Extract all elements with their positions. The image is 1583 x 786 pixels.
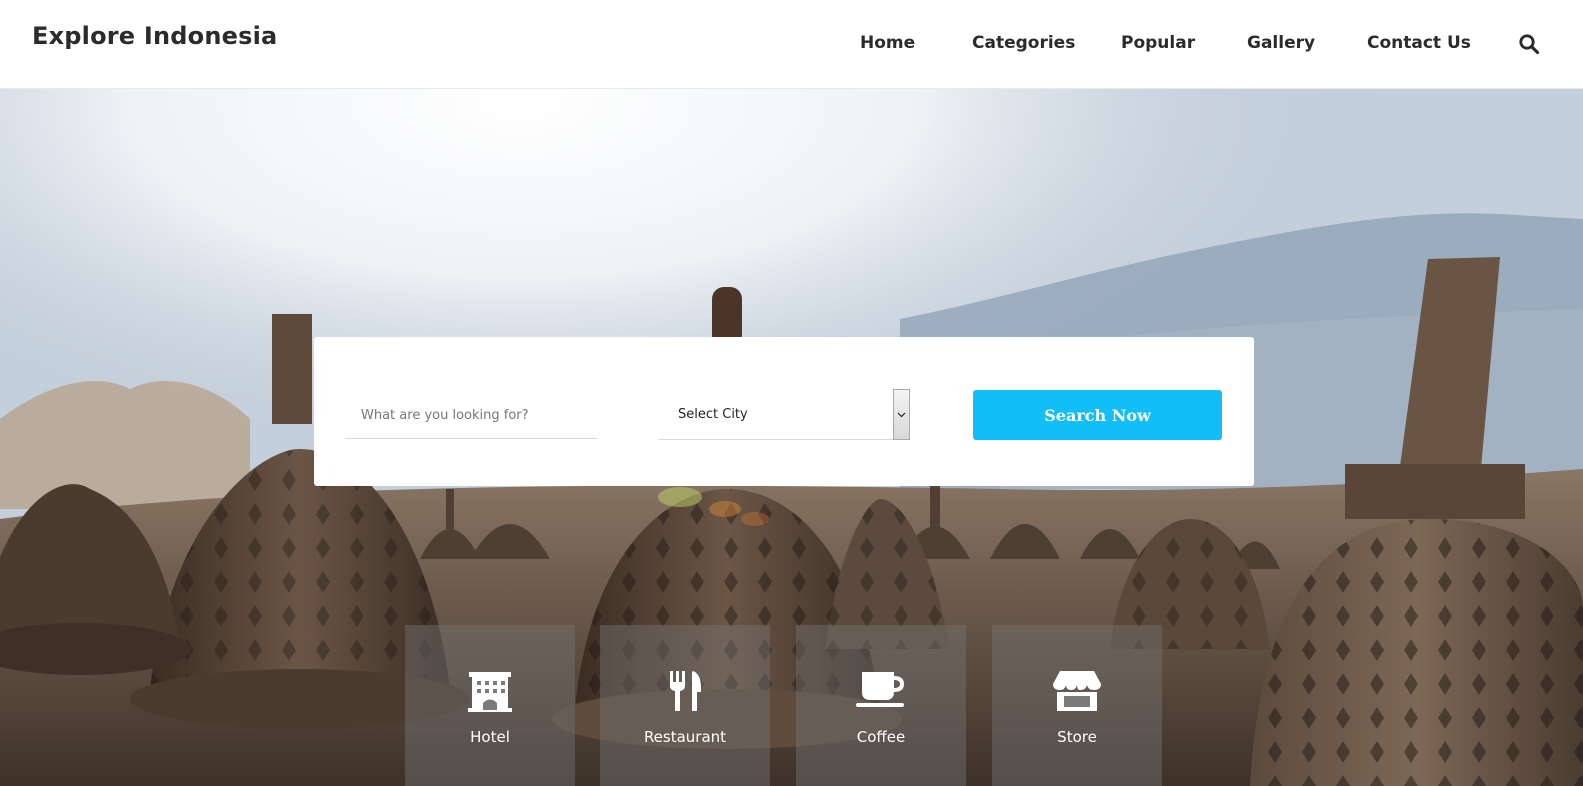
- hotel-icon: [468, 672, 512, 712]
- category-restaurant[interactable]: Restaurant: [600, 625, 770, 786]
- search-input[interactable]: [345, 393, 597, 439]
- category-label: Hotel: [470, 728, 510, 746]
- nav-home[interactable]: Home: [860, 33, 915, 53]
- city-select-value: Select City: [678, 407, 748, 422]
- category-hotel[interactable]: Hotel: [405, 625, 575, 786]
- store-icon: [1053, 671, 1101, 711]
- brand-logo[interactable]: Explore Indonesia: [32, 22, 277, 50]
- category-coffee[interactable]: Coffee: [796, 625, 966, 786]
- nav-contact-us[interactable]: Contact Us: [1367, 33, 1471, 53]
- coffee-icon: [856, 672, 904, 707]
- nav-gallery[interactable]: Gallery: [1247, 33, 1315, 53]
- search-icon[interactable]: [1518, 33, 1540, 55]
- restaurant-icon: [670, 671, 701, 711]
- city-select[interactable]: Select City: [659, 389, 910, 440]
- category-store[interactable]: Store: [992, 625, 1162, 786]
- search-panel: Select City Search Now: [314, 337, 1254, 486]
- chevron-down-icon[interactable]: [893, 389, 910, 440]
- search-now-button[interactable]: Search Now: [973, 390, 1222, 440]
- nav-categories[interactable]: Categories: [972, 33, 1075, 53]
- category-label: Restaurant: [643, 728, 727, 746]
- site-header: Explore Indonesia Home Categories Popula…: [0, 0, 1583, 89]
- nav-popular[interactable]: Popular: [1121, 33, 1195, 53]
- category-label: Store: [1057, 728, 1097, 746]
- category-label: Coffee: [856, 728, 906, 746]
